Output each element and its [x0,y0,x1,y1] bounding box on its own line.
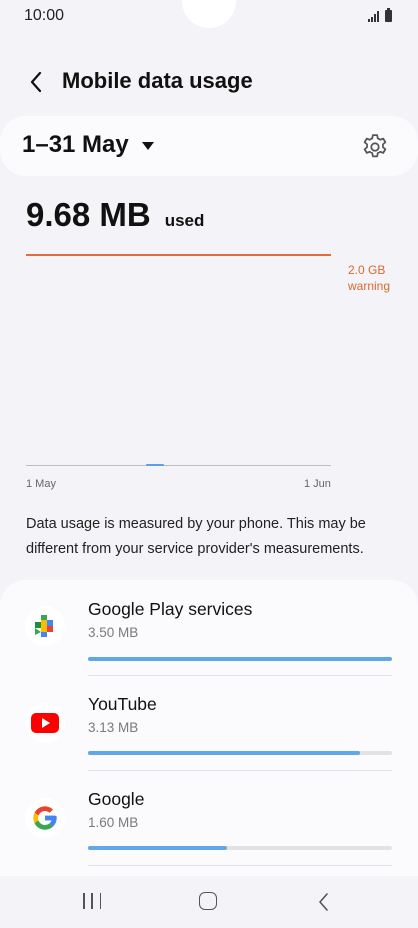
status-icons [368,8,392,22]
back-button[interactable] [18,64,54,100]
period-label: 1–31 May [22,131,129,158]
app-row-youtube[interactable]: YouTube 3.13 MB [0,675,418,771]
warning-value: 2.0 GB [348,263,386,277]
usage-series-line [146,464,164,466]
page-title: Mobile data usage [62,68,253,93]
app-size: 3.13 MB [88,720,139,735]
status-bar: 10:00 [0,0,418,34]
usage-total: 9.68 MB used [26,196,204,234]
home-button[interactable] [199,892,217,910]
warning-limit-line [26,254,331,256]
battery-icon [385,8,392,22]
nav-back-button[interactable] [316,891,330,918]
app-row-google-play-services[interactable]: Google Play services 3.50 MB [0,580,418,676]
app-name: Google [88,789,145,809]
header: Mobile data usage [0,60,418,104]
google-play-services-icon [25,606,65,646]
recents-button[interactable] [80,893,104,911]
app-size: 3.50 MB [88,625,139,640]
app-row-google[interactable]: Google 1.60 MB [0,770,418,866]
app-name: YouTube [88,694,157,714]
youtube-icon [25,703,65,743]
status-time: 10:00 [24,7,65,24]
usage-bar-fill [88,751,360,755]
signal-icon [368,11,379,22]
usage-bar-fill [88,657,392,661]
usage-value: 9.68 MB [26,196,151,233]
warning-text: warning [348,279,391,293]
divider [88,865,392,866]
warning-label: 2.0 GB warning [348,262,390,294]
app-size: 1.60 MB [88,815,139,830]
navigation-bar [0,876,418,928]
camera-notch [182,0,236,28]
usage-bar [88,751,392,755]
usage-bar [88,657,392,661]
google-icon [25,798,65,838]
period-selector[interactable]: 1–31 May [22,131,154,159]
period-card: 1–31 May [0,116,418,176]
usage-suffix: used [164,211,205,230]
chevron-left-icon [319,893,328,911]
axis-end-label: 1 Jun [304,478,331,490]
chart-x-axis [26,465,331,466]
chevron-left-icon [30,71,42,93]
usage-bar-fill [88,846,227,850]
axis-start-label: 1 May [26,478,56,490]
settings-button[interactable] [360,132,390,162]
usage-bar [88,846,392,850]
gear-icon [363,134,387,158]
measurement-note: Data usage is measured by your phone. Th… [26,516,366,557]
usage-chart: 2.0 GB warning 1 May 1 Jun [0,240,418,500]
app-usage-list: Google Play services 3.50 MB YouTube 3.1… [0,580,418,876]
app-name: Google Play services [88,599,253,619]
triangle-down-icon [141,142,154,150]
